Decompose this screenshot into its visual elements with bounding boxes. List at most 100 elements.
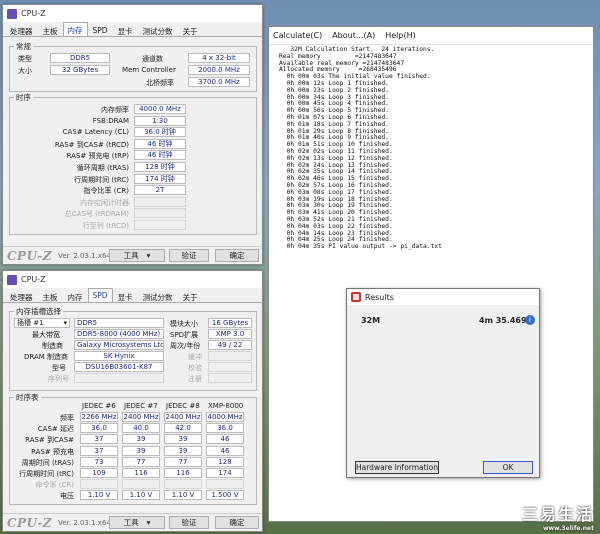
cpuz-spd-window: CPU-Z 处理器 主板 内存 SPD 显卡 测试分数 关于 内存插槽选择 插槽 #1 ▾ D… — [2, 270, 263, 532]
module-size-value: 16 GBytes — [208, 318, 252, 328]
row-label: 行周期时间 (tRC) — [19, 470, 74, 478]
table-cell — [122, 479, 160, 490]
slot-type-value: DDR5 — [74, 318, 164, 328]
check-label: 校验 — [188, 364, 202, 372]
serial-value — [74, 373, 164, 383]
results-app-icon — [351, 292, 361, 302]
tab-0[interactable]: 处理器 — [5, 23, 38, 36]
table-cell: 40.0 — [122, 423, 160, 434]
timing-label: 指令比率 (CR) — [83, 187, 129, 196]
validate-button[interactable]: 验证 — [169, 249, 209, 262]
timing-value: 1:30 — [134, 115, 186, 126]
row-label: 周期时间 (tRAS) — [21, 458, 74, 467]
tools-button[interactable]: 工具 ▾ — [109, 249, 165, 262]
registered-label: 注册 — [188, 375, 202, 383]
table-cell: 46 — [206, 434, 244, 445]
northbridge-value: 3700.0 MHz — [188, 77, 250, 87]
menu-item-2[interactable]: Help(H) — [385, 31, 416, 40]
validate-button[interactable]: 验证 — [169, 516, 209, 529]
menu-bar: Calculate(C) About...(A) Help(H) — [269, 27, 593, 45]
size-label: 大小 — [18, 67, 32, 75]
hardware-information-button[interactable]: Hardware Information — [355, 461, 439, 474]
max-bandwidth-value: DDR5-8000 (4000 MHz) — [74, 329, 164, 339]
table-cell: 116 — [122, 468, 160, 478]
tab-4[interactable]: 显卡 — [113, 23, 138, 36]
table-cell: 39 — [164, 434, 202, 445]
buffer-label: 缓冲 — [188, 353, 202, 361]
tab-6[interactable]: 关于 — [178, 289, 203, 302]
ok-button[interactable]: 确定 — [215, 516, 259, 529]
tab-0[interactable]: 处理器 — [5, 289, 38, 302]
table-cell: 116 — [164, 468, 202, 478]
dram-mfr-label: DRAM 制造商 — [24, 353, 69, 361]
table-cell: 46 — [206, 445, 244, 456]
tab-5[interactable]: 测试分数 — [138, 289, 178, 302]
tab-2[interactable]: 内存 — [62, 22, 88, 36]
timing-value — [134, 196, 186, 207]
cpuz-footer: CPU-Z Ver. 2.03.1.x64 工具 ▾ 验证 确定 — [3, 513, 262, 531]
dialog-title-bar: Results — [347, 289, 539, 305]
output-line: 0h 04m 35s PI value output -> pi_data.tx… — [279, 243, 443, 251]
timing-value: 128 时钟 — [134, 162, 186, 172]
cpuz-logo: CPU-Z — [7, 248, 53, 263]
tab-6[interactable]: 关于 — [178, 23, 203, 36]
tab-1[interactable]: 主板 — [38, 23, 63, 36]
menu-item-0[interactable]: Calculate(C) — [273, 31, 322, 40]
timing-label: 行至列 (tRCD) — [82, 222, 129, 230]
cpuz-app-icon — [7, 8, 17, 19]
northbridge-label: 北桥频率 — [146, 79, 174, 87]
spd-ext-value: XMP 3.0 — [208, 329, 252, 339]
table-cell: 77 — [164, 456, 202, 467]
tab-bar: 处理器 主板 内存 SPD 显卡 测试分数 关于 — [3, 288, 262, 303]
slot-select[interactable]: 插槽 #1 ▾ — [14, 318, 70, 328]
tools-button[interactable]: 工具 ▾ — [109, 516, 165, 529]
table-cell: 73 — [80, 456, 118, 467]
module-size-label: 模块大小 — [170, 320, 198, 328]
timing-label: 循环周期 (tRAS) — [76, 164, 129, 172]
table-cell: 37 — [80, 445, 118, 456]
tab-1[interactable]: 主板 — [38, 289, 63, 302]
table-cell: 39 — [164, 445, 202, 456]
ok-button[interactable]: 确定 — [215, 249, 259, 262]
table-cell: 2400 MHz — [164, 412, 202, 422]
window-title: CPU-Z — [21, 9, 46, 18]
column-header: JEDEC #7 — [124, 402, 158, 410]
check-value — [208, 362, 252, 372]
tab-4[interactable]: 显卡 — [113, 289, 138, 302]
dialog-title: Results — [365, 292, 394, 302]
watermark-url: www.3elife.net — [542, 525, 594, 532]
timing-label: FSB:DRAM — [92, 116, 129, 125]
buffer-value — [208, 351, 252, 361]
part-number-label: 型号 — [52, 364, 66, 372]
group-title: 时序 — [14, 92, 33, 103]
table-cell: 77 — [122, 456, 160, 467]
menu-item-1[interactable]: About...(A) — [332, 31, 375, 40]
table-cell: 174 — [206, 468, 244, 478]
timing-value: 4000.0 MHz — [134, 104, 186, 114]
tab-3[interactable]: SPD — [87, 288, 113, 302]
calculation-output: 32M Calculation Start. 24 iterations. Rea… — [269, 45, 593, 251]
manufacturer-value: Galaxy Microsystems Ltd. — [74, 340, 164, 350]
tab-5[interactable]: 测试分数 — [138, 23, 178, 36]
type-value: DDR5 — [50, 53, 110, 63]
table-cell: 128 — [206, 456, 244, 467]
tools-label: 工具 — [123, 251, 139, 260]
title-bar: CPU-Z — [3, 5, 262, 22]
tab-2[interactable]: 内存 — [63, 289, 88, 302]
tab-3[interactable]: SPD — [88, 23, 113, 36]
results-ok-button[interactable]: OK — [483, 461, 533, 474]
dropdown-arrow-icon: ▾ — [146, 518, 151, 527]
week-year-label: 周次/年份 — [170, 342, 201, 350]
table-cell: 1.10 V — [122, 490, 160, 501]
chevron-down-icon: ▾ — [63, 319, 67, 327]
week-year-value: 49 / 22 — [208, 340, 252, 350]
max-bandwidth-label: 最大带宽 — [32, 331, 60, 339]
mem-controller-value: 2000.0 MHz — [188, 65, 250, 75]
table-cell: 37 — [80, 434, 118, 445]
timing-value: 2T — [134, 185, 186, 196]
row-label: RAS# 到CAS# — [25, 436, 74, 445]
result-time-value: 4m 35.469s — [479, 316, 532, 325]
watermark: 三易生活 www.3elife.net — [522, 501, 594, 532]
general-group: 常规 类型 DDR5 大小 32 GBytes 通道数 4 x 32-bit M… — [9, 41, 257, 92]
timing-label: CAS# Latency (CL) — [62, 128, 129, 137]
